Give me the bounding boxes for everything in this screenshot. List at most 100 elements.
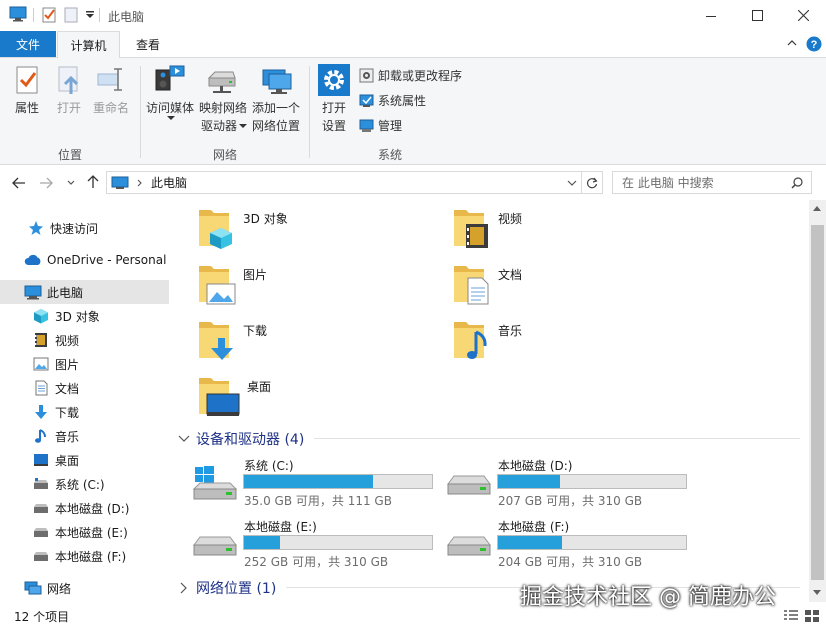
access-media-button[interactable]: [153, 62, 187, 96]
nav-this-pc[interactable]: 此电脑: [0, 280, 169, 304]
close-button[interactable]: [780, 0, 826, 31]
nav-videos[interactable]: 视频: [0, 328, 169, 352]
breadcrumb-chevron-icon[interactable]: [137, 179, 143, 187]
drive-icon: [447, 536, 491, 556]
address-bar[interactable]: 此电脑: [106, 171, 582, 194]
folder-downloads[interactable]: 下载: [197, 318, 267, 374]
details-view-icon[interactable]: [783, 609, 799, 623]
search-icon[interactable]: [791, 176, 803, 189]
network-icon: [24, 579, 42, 597]
video-icon: [454, 210, 488, 248]
nav-pictures[interactable]: 图片: [0, 352, 169, 376]
uninstall-icon: [359, 68, 374, 83]
folder-pictures[interactable]: 图片: [197, 262, 267, 318]
manage-label: 管理: [378, 119, 403, 133]
nav-music[interactable]: 音乐: [0, 424, 169, 448]
folder-music[interactable]: 音乐: [452, 318, 522, 374]
drive-d-tile[interactable]: [446, 468, 492, 502]
drive-f-name: 本地磁盘 (F:): [498, 520, 570, 534]
nav-3d-objects[interactable]: 3D 对象: [0, 304, 169, 328]
recent-locations-button[interactable]: [67, 180, 75, 186]
back-button[interactable]: [12, 177, 26, 189]
large-icons-view-icon[interactable]: [804, 609, 820, 623]
system-properties-button[interactable]: 系统属性: [359, 92, 426, 109]
nav-drive-f[interactable]: 本地磁盘 (F:): [0, 544, 169, 568]
new-folder-quick-icon[interactable]: [63, 6, 79, 23]
devices-section-header[interactable]: 设备和驱动器 (4): [178, 429, 304, 449]
item-count: 12 个项目: [14, 610, 70, 624]
forward-button[interactable]: [39, 177, 53, 189]
system-properties-label: 系统属性: [378, 94, 427, 108]
uninstall-button[interactable]: 卸载或更改程序: [359, 67, 462, 84]
desktop-icon: [199, 378, 240, 416]
customize-chevron-icon[interactable]: [85, 11, 95, 19]
scrollbar-thumb[interactable]: [811, 225, 824, 580]
drive-icon: [447, 475, 491, 495]
properties-quick-icon[interactable]: [41, 6, 57, 23]
drive-f-tile[interactable]: [446, 529, 492, 563]
breadcrumb-this-pc[interactable]: 此电脑: [151, 174, 187, 191]
drive-icon: [32, 475, 50, 493]
drive-c-tile[interactable]: [192, 463, 238, 503]
nav-downloads[interactable]: 下载: [0, 400, 169, 424]
system-properties-icon: [359, 94, 374, 107]
up-button[interactable]: [87, 175, 99, 189]
manage-button[interactable]: 管理: [359, 117, 402, 134]
map-drive-label-2: 驱动器: [200, 119, 237, 133]
properties-button[interactable]: [12, 64, 42, 96]
nav-drive-d[interactable]: 本地磁盘 (D:): [0, 496, 169, 520]
nav-onedrive[interactable]: OneDrive - Personal: [0, 248, 169, 272]
access-media-label: 访问媒体: [145, 101, 194, 115]
nav-drive-c[interactable]: 系统 (C:): [0, 472, 169, 496]
folder-name: 视频: [498, 212, 523, 226]
tab-file[interactable]: 文件: [0, 31, 56, 57]
open-settings-button[interactable]: [317, 64, 351, 96]
windows-drive-icon: [192, 466, 238, 500]
ribbon-collapse-chevron-icon[interactable]: [787, 39, 797, 47]
network-section-header[interactable]: 网络位置 (1): [178, 578, 276, 598]
media-icon: [155, 65, 185, 91]
divider: [33, 8, 34, 22]
folder-3d-objects[interactable]: 3D 对象: [197, 206, 288, 262]
address-dropdown-icon[interactable]: [567, 180, 577, 186]
nav-quick-access[interactable]: 快速访问: [0, 216, 169, 240]
refresh-icon: [586, 177, 598, 188]
search-input[interactable]: 在 此电脑 中搜索: [612, 171, 812, 194]
rename-button[interactable]: [96, 64, 126, 96]
maximize-button[interactable]: [734, 0, 780, 31]
nav-drive-e[interactable]: 本地磁盘 (E:): [0, 520, 169, 544]
drive-e-info: 252 GB 可用，共 310 GB: [244, 555, 389, 569]
map-drive-button[interactable]: [205, 64, 239, 96]
folder-name: 下载: [243, 324, 268, 338]
devices-section-title: 设备和驱动器 (4): [196, 432, 305, 448]
video-icon: [32, 331, 50, 349]
add-network-location-button[interactable]: [259, 64, 293, 96]
scroll-up-icon[interactable]: [812, 205, 822, 212]
help-icon[interactable]: ?: [806, 36, 822, 52]
rename-label: 重命名: [92, 101, 129, 115]
minimize-button[interactable]: [688, 0, 734, 31]
scroll-down-icon[interactable]: [812, 589, 822, 596]
refresh-button[interactable]: [582, 171, 603, 194]
nav-documents[interactable]: 文档: [0, 376, 169, 400]
folder-videos[interactable]: 视频: [452, 206, 522, 262]
folder-documents[interactable]: 文档: [452, 262, 522, 318]
network-location-icon: [262, 69, 292, 94]
folder-desktop[interactable]: 桌面: [197, 374, 271, 430]
open-button[interactable]: [54, 64, 84, 96]
network-section-title: 网络位置 (1): [196, 581, 277, 597]
computer-icon[interactable]: [9, 6, 27, 22]
document-icon: [32, 379, 50, 397]
rename-icon: [97, 68, 122, 91]
nav-network[interactable]: 网络: [0, 576, 169, 600]
tab-view[interactable]: 查看: [123, 31, 173, 57]
drive-c-info: 35.0 GB 可用，共 111 GB: [244, 494, 392, 508]
computer-icon: [111, 176, 129, 190]
drive-icon: [32, 499, 50, 517]
download-icon: [199, 322, 233, 360]
nav-desktop[interactable]: 桌面: [0, 448, 169, 472]
drive-e-tile[interactable]: [192, 529, 238, 563]
drive-icon: [32, 523, 50, 541]
folder-name: 音乐: [498, 324, 523, 338]
tab-computer[interactable]: 计算机: [57, 31, 120, 59]
